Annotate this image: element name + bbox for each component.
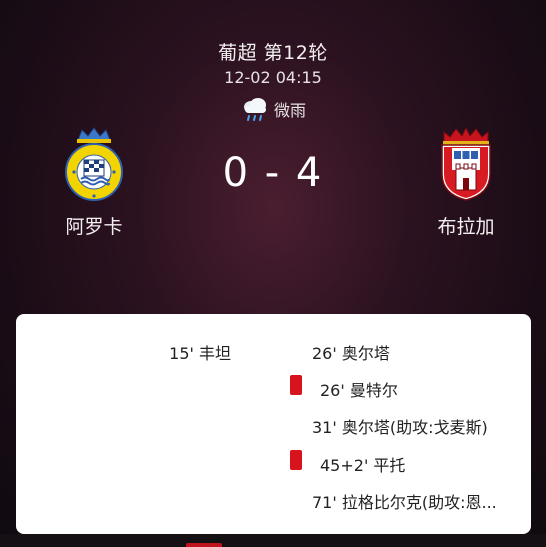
braga-crest-icon	[441, 126, 491, 201]
weather-info: 微雨	[0, 96, 546, 122]
event-row: 71' 拉格比尔克(助攻:恩...	[312, 493, 497, 512]
match-header: 葡超 第12轮 12-02 04:15 微雨 阿罗卡 0 - 4 布拉加	[0, 0, 546, 310]
event-row: 26' 奥尔塔	[312, 344, 390, 363]
red-card-icon	[290, 375, 302, 395]
away-team[interactable]: 布拉加	[406, 126, 526, 239]
away-team-name: 布拉加	[437, 216, 495, 238]
active-tab-indicator[interactable]	[186, 543, 222, 547]
event-row: 15' 丰坦	[169, 344, 231, 363]
event-row: 26' 曼特尔	[320, 381, 398, 400]
home-team-name: 阿罗卡	[65, 216, 123, 238]
match-events-panel: 15' 丰坦 26' 奥尔塔 26' 曼特尔 31' 奥尔塔(助攻:戈麦斯) 4…	[16, 314, 531, 534]
match-datetime: 12-02 04:15	[224, 68, 322, 87]
red-card-icon	[290, 450, 302, 470]
bottom-bar	[0, 534, 546, 547]
weather-text: 微雨	[273, 101, 306, 120]
drizzle-cloud-icon	[243, 98, 266, 121]
event-row: 31' 奥尔塔(助攻:戈麦斯)	[312, 418, 488, 437]
league-round: 葡超 第12轮	[218, 42, 328, 64]
event-row: 45+2' 平托	[320, 456, 406, 475]
